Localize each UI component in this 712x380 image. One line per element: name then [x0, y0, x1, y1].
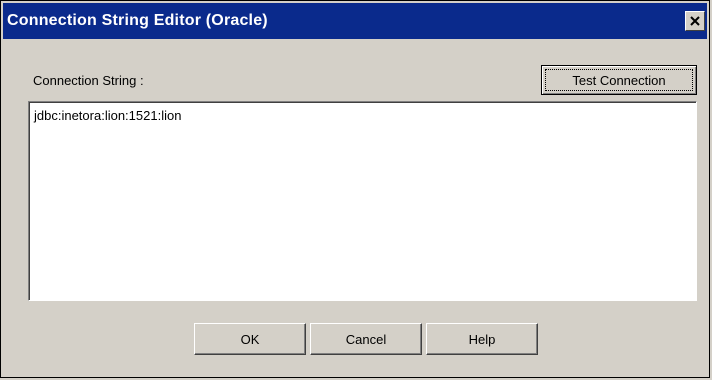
dialog-window: Connection String Editor (Oracle) Connec… — [0, 0, 710, 378]
title-bar: Connection String Editor (Oracle) — [3, 3, 707, 39]
close-button[interactable] — [685, 11, 705, 31]
cancel-button[interactable]: Cancel — [310, 323, 422, 355]
test-connection-button[interactable]: Test Connection — [541, 65, 697, 95]
connection-string-textarea[interactable]: jdbc:inetora:lion:1521:lion — [28, 101, 697, 301]
ok-button[interactable]: OK — [194, 323, 306, 355]
window-title: Connection String Editor (Oracle) — [7, 12, 268, 29]
focus-rectangle — [545, 69, 693, 91]
connection-string-label: Connection String : — [33, 73, 144, 88]
close-icon — [690, 16, 700, 26]
help-button[interactable]: Help — [426, 323, 538, 355]
